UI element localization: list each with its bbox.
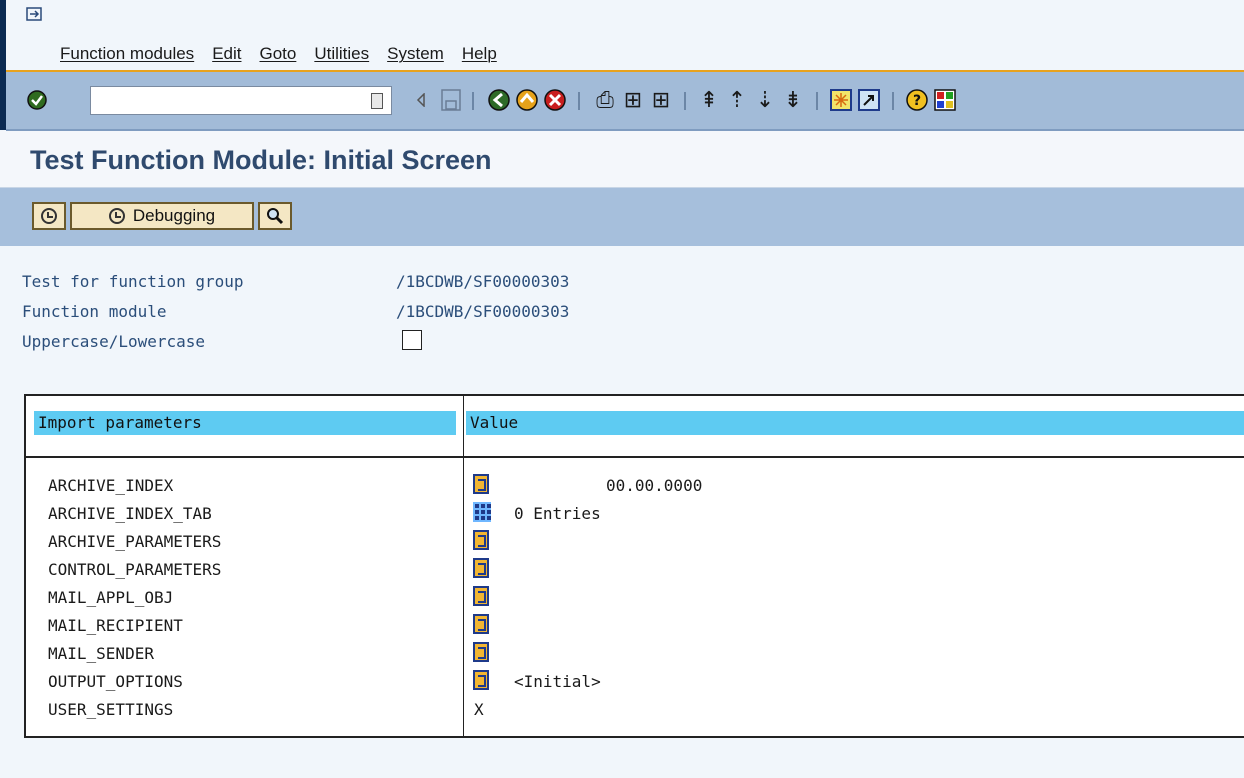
page-title: Test Function Module: Initial Screen — [30, 145, 492, 175]
case-label: Uppercase/Lowercase — [22, 332, 206, 351]
execute-button[interactable] — [32, 202, 66, 230]
edit-value-icon[interactable] — [473, 558, 489, 578]
menu-system[interactable]: System — [387, 44, 444, 64]
cancel-icon[interactable] — [542, 86, 568, 114]
test-data-directory-button[interactable] — [258, 202, 292, 230]
execute-icon — [108, 208, 125, 224]
toolbar-separator — [816, 92, 818, 110]
save-icon[interactable] — [438, 86, 464, 114]
svg-text:?: ? — [913, 93, 921, 109]
edit-value-icon[interactable] — [473, 642, 489, 662]
toolbar-separator — [578, 92, 580, 110]
previous-page-icon[interactable]: ⇡ — [724, 86, 750, 114]
toolbar-separator — [472, 92, 474, 110]
toolbar-separator — [684, 92, 686, 110]
menu-utilities[interactable]: Utilities — [314, 44, 369, 64]
edit-value-icon[interactable] — [473, 530, 489, 550]
print-icon[interactable]: ⎙ — [592, 86, 618, 114]
menu-bar: Function modules Edit Goto Utilities Sys… — [60, 44, 515, 64]
exit-icon[interactable] — [514, 86, 540, 114]
first-page-icon[interactable]: ⇞ — [696, 86, 722, 114]
param-name: ARCHIVE_PARAMETERS — [48, 532, 222, 551]
parameter-table: Import parameters Value ARCHIVE_INDEX AR… — [24, 394, 1244, 738]
param-value: <Initial> — [514, 672, 601, 691]
layout-icon[interactable] — [932, 86, 958, 114]
find-next-icon[interactable]: ⊞ — [648, 86, 674, 114]
function-module-value: /1BCDWB/SF00000303 — [396, 302, 570, 321]
param-name: MAIL_SENDER — [48, 644, 154, 663]
function-module-label: Function module — [22, 302, 167, 321]
next-page-icon[interactable]: ⇣ — [752, 86, 778, 114]
title-bar: Test Function Module: Initial Screen — [0, 131, 1244, 188]
column-header-import-parameters: Import parameters — [34, 411, 456, 435]
find-icon[interactable]: ⊞ — [620, 86, 646, 114]
table-column-divider — [463, 396, 464, 736]
back-icon[interactable] — [414, 86, 428, 114]
application-toolbar: Debugging — [0, 188, 1244, 246]
edit-value-icon[interactable] — [473, 670, 489, 690]
help-icon[interactable]: ? — [904, 86, 930, 114]
magnifier-icon — [267, 208, 284, 225]
uppercase-lowercase-checkbox[interactable] — [402, 330, 422, 350]
param-name: CONTROL_PARAMETERS — [48, 560, 222, 579]
param-name: USER_SETTINGS — [48, 700, 174, 719]
param-value[interactable]: X — [474, 700, 484, 719]
debugging-button[interactable]: Debugging — [70, 202, 254, 230]
function-group-value: /1BCDWB/SF00000303 — [396, 272, 570, 291]
param-name: MAIL_RECIPIENT — [48, 616, 183, 635]
menu-edit[interactable]: Edit — [212, 44, 241, 64]
menu-goto[interactable]: Goto — [259, 44, 296, 64]
function-group-label: Test for function group — [22, 272, 244, 291]
menu-area: Function modules Edit Goto Utilities Sys… — [6, 0, 1244, 72]
enter-icon[interactable] — [24, 86, 50, 114]
standard-toolbar: ⎙ ⊞ ⊞ ⇞ ⇡ ⇣ ⇟ ? — [6, 72, 1244, 131]
param-name: ARCHIVE_INDEX_TAB — [48, 504, 212, 523]
table-header-divider — [26, 456, 1244, 458]
table-icon[interactable] — [473, 502, 491, 522]
menu-function-modules[interactable]: Function modules — [60, 44, 194, 64]
execute-icon — [41, 208, 57, 224]
param-value: 0 Entries — [514, 504, 601, 523]
param-name: OUTPUT_OPTIONS — [48, 672, 183, 691]
last-page-icon[interactable]: ⇟ — [780, 86, 806, 114]
menu-help[interactable]: Help — [462, 44, 497, 64]
back-green-icon[interactable] — [486, 86, 512, 114]
create-session-icon[interactable] — [828, 86, 854, 114]
command-field[interactable] — [90, 86, 392, 115]
param-name: ARCHIVE_INDEX — [48, 476, 174, 495]
debugging-label: Debugging — [132, 206, 216, 225]
shortcut-icon[interactable] — [856, 86, 882, 114]
system-menu-icon[interactable] — [26, 6, 44, 24]
command-history-icon[interactable] — [371, 93, 383, 109]
column-header-value: Value — [466, 411, 1244, 435]
toolbar-separator — [892, 92, 894, 110]
param-name: MAIL_APPL_OBJ — [48, 588, 174, 607]
edit-value-icon[interactable] — [473, 586, 489, 606]
param-value[interactable]: 00.00.0000 — [606, 476, 702, 495]
edit-value-icon[interactable] — [473, 474, 489, 494]
edit-value-icon[interactable] — [473, 614, 489, 634]
